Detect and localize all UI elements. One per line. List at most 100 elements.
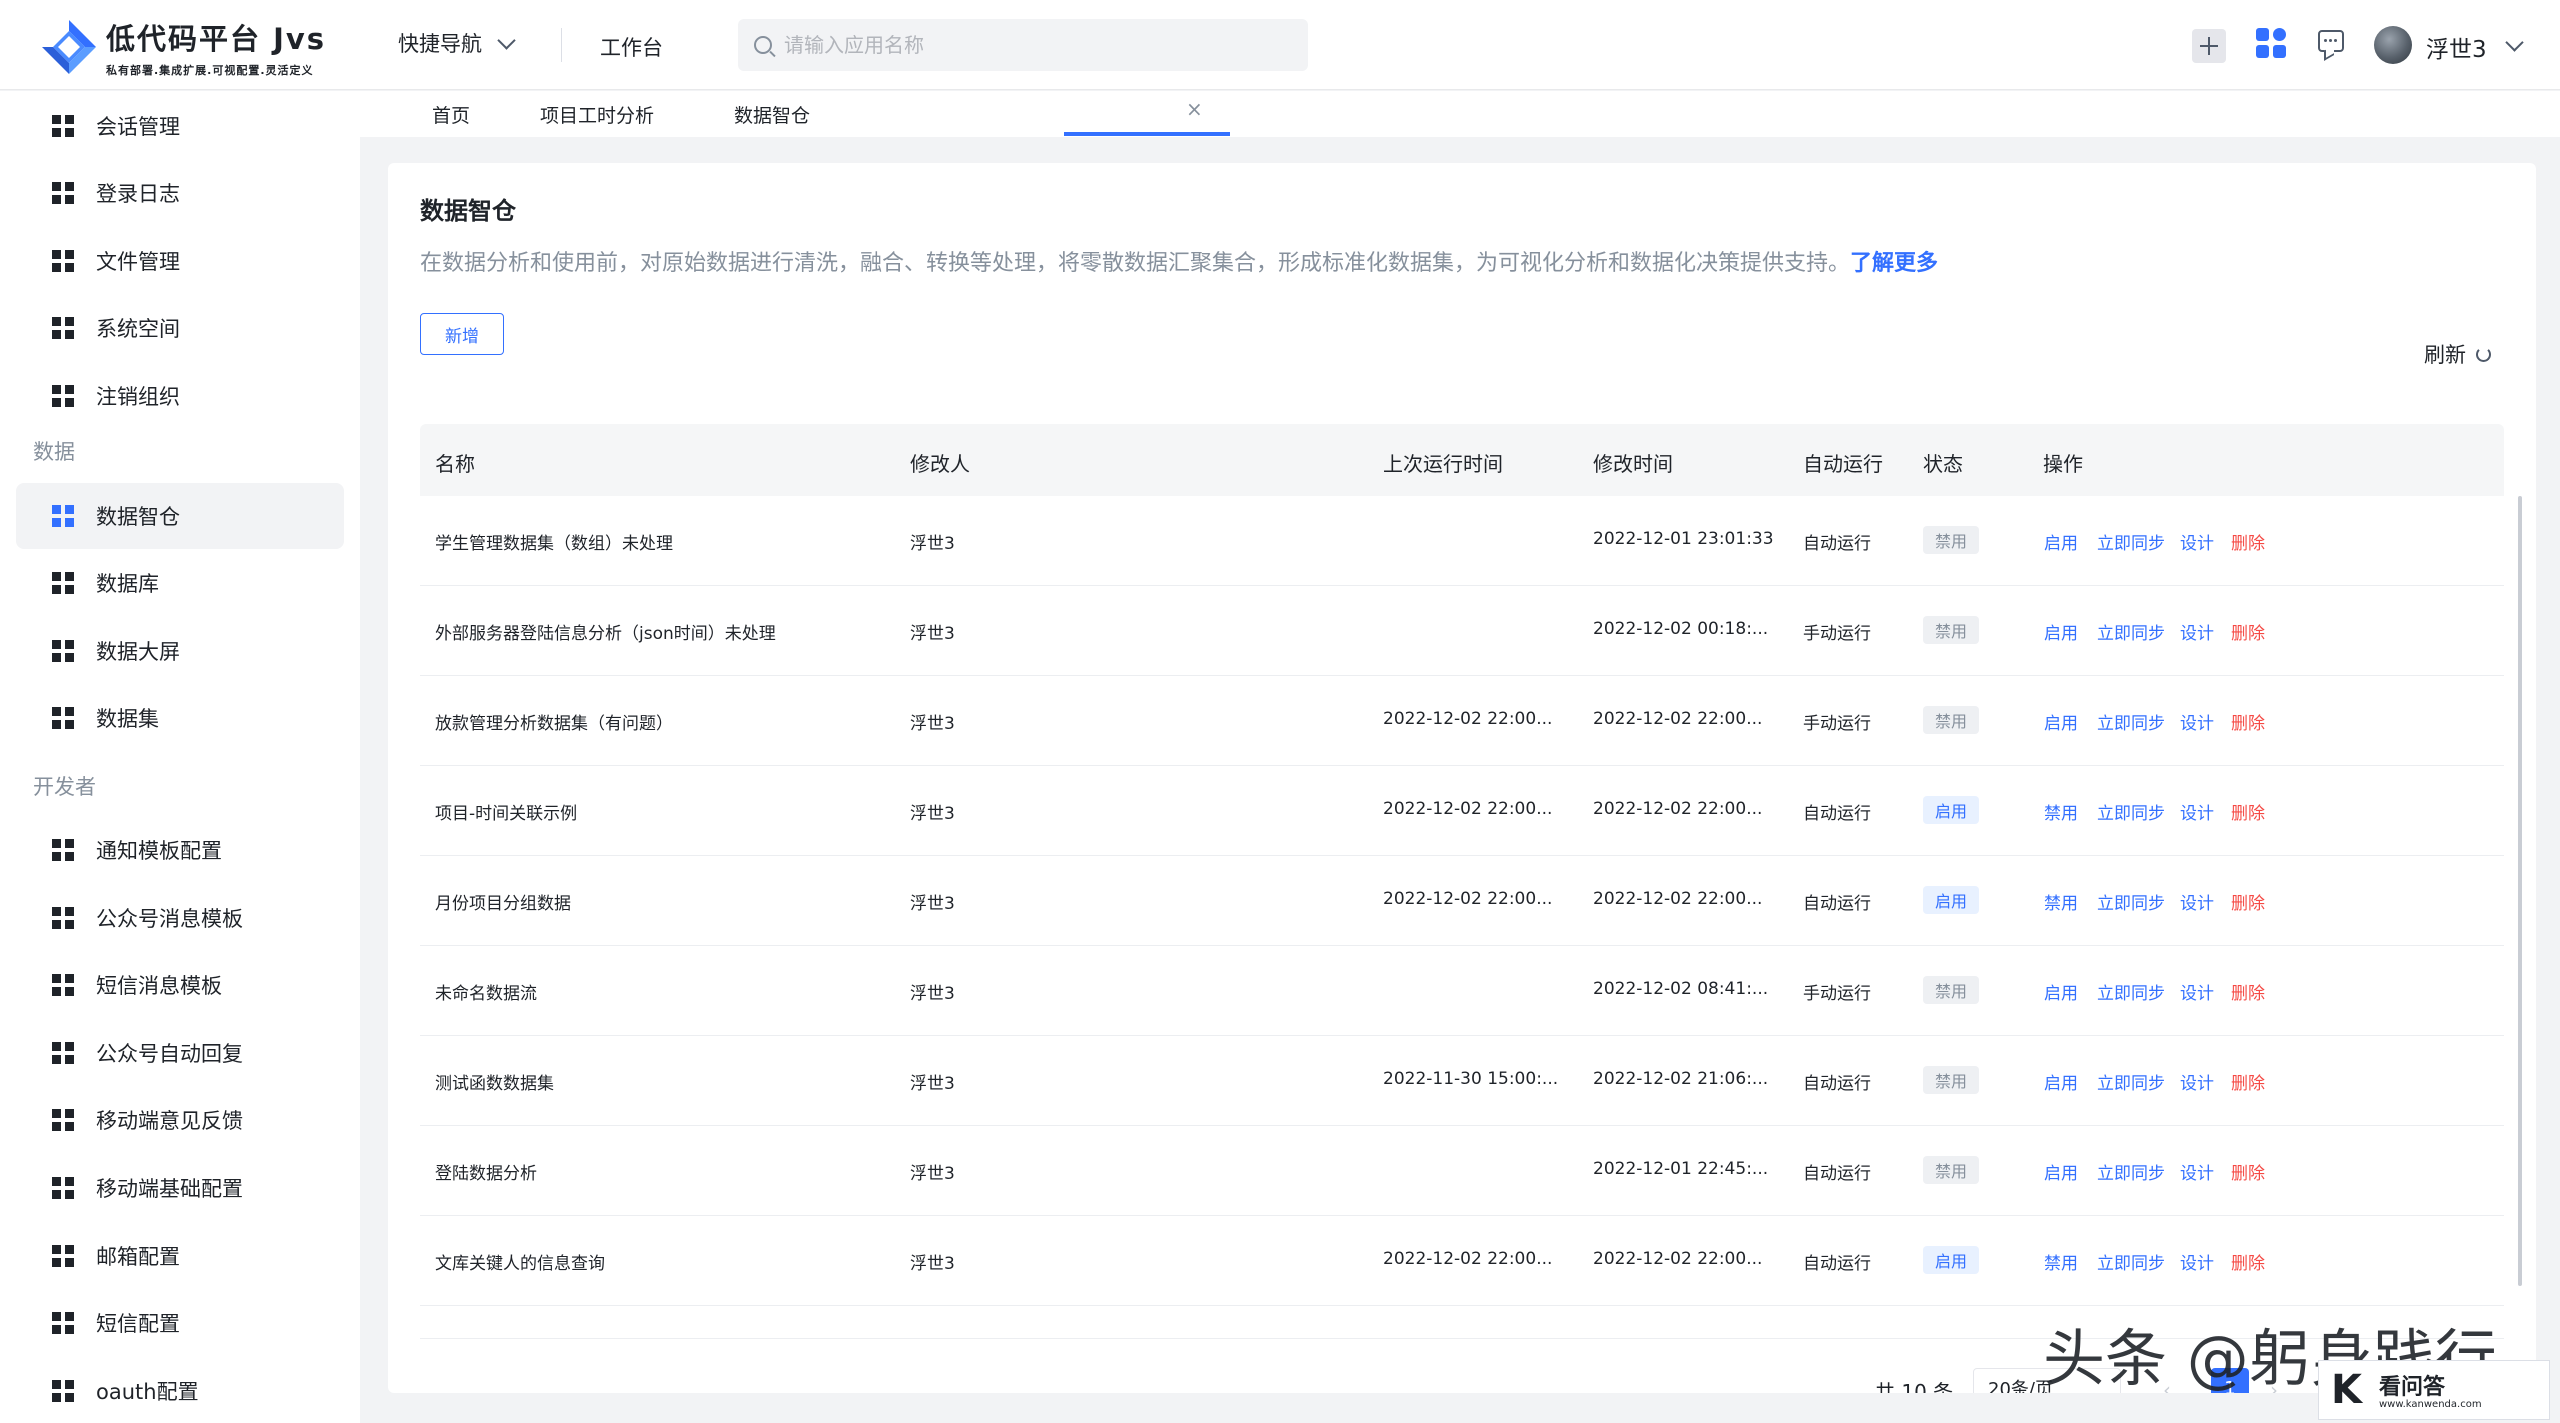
sync-now-button[interactable]: 立即同步 <box>2097 619 2165 644</box>
toggle-status-button[interactable]: 启用 <box>2044 709 2078 734</box>
sidebar-item-data-warehouse[interactable]: 数据智仓 <box>16 483 344 549</box>
cell-name: 放款管理分析数据集（有问题） <box>435 714 673 734</box>
workbench-link[interactable]: 工作台 <box>600 32 663 62</box>
grid-icon <box>52 1177 74 1199</box>
delete-button[interactable]: 删除 <box>2231 619 2265 644</box>
sync-now-button[interactable]: 立即同步 <box>2097 979 2165 1004</box>
sidebar-item-mp-auto-reply[interactable]: 公众号自动回复 <box>16 1020 344 1086</box>
brand-logo[interactable]: 低代码平台 Jvs 私有部署.集成扩展.可视配置.灵活定义 <box>40 16 326 78</box>
sidebar-item-file-management[interactable]: 文件管理 <box>16 228 344 294</box>
design-button[interactable]: 设计 <box>2180 709 2214 734</box>
sidebar-item-system-space[interactable]: 系统空间 <box>16 295 344 361</box>
sidebar-item-session-management[interactable]: 会话管理 <box>16 93 344 159</box>
sidebar-item-oauth-config[interactable]: oauth配置 <box>16 1358 344 1423</box>
sync-now-button[interactable]: 立即同步 <box>2097 1159 2165 1184</box>
sidebar-item-sms-config[interactable]: 短信配置 <box>16 1290 344 1356</box>
description-text: 在数据分析和使用前，对原始数据进行清洗，融合、转换等处理，将零散数据汇聚集合，形… <box>420 251 1851 276</box>
grid-icon <box>52 505 74 527</box>
grid-icon <box>52 1245 74 1267</box>
avatar[interactable] <box>2374 26 2412 64</box>
sidebar-item-email-config[interactable]: 邮箱配置 <box>16 1223 344 1289</box>
toggle-status-button[interactable]: 启用 <box>2044 1069 2078 1094</box>
toggle-status-button[interactable]: 启用 <box>2044 1159 2078 1184</box>
table-row: 放款管理分析数据集（有问题） 浮世3 2022-12-02 22:00... 2… <box>420 676 2504 766</box>
sync-now-button[interactable]: 立即同步 <box>2097 889 2165 914</box>
sidebar-item-database[interactable]: 数据库 <box>16 550 344 616</box>
grid-icon <box>52 707 74 729</box>
delete-button[interactable]: 删除 <box>2231 529 2265 554</box>
cell-run-mode: 自动运行 <box>1803 1164 1871 1184</box>
sync-now-button[interactable]: 立即同步 <box>2097 799 2165 824</box>
sidebar-group-developer: 开发者 <box>33 775 96 799</box>
tab-data-warehouse[interactable]: 数据智仓 <box>734 101 810 128</box>
sidebar-item-mp-message-template[interactable]: 公众号消息模板 <box>16 885 344 951</box>
design-button[interactable]: 设计 <box>2180 1069 2214 1094</box>
sync-now-button[interactable]: 立即同步 <box>2097 709 2165 734</box>
sync-now-button[interactable]: 立即同步 <box>2097 1249 2165 1274</box>
cell-modifier: 浮世3 <box>910 624 955 644</box>
sidebar-item-mobile-basic-config[interactable]: 移动端基础配置 <box>16 1155 344 1221</box>
cell-modifier: 浮世3 <box>910 1164 955 1184</box>
learn-more-link[interactable]: 了解更多 <box>1850 251 1938 276</box>
delete-button[interactable]: 删除 <box>2231 979 2265 1004</box>
sidebar-item-deregister-org[interactable]: 注销组织 <box>16 363 344 429</box>
grid-icon <box>52 1109 74 1131</box>
table-header: 名称 修改人 上次运行时间 修改时间 自动运行 状态 操作 <box>420 424 2504 496</box>
close-icon[interactable]: × <box>1186 97 1203 121</box>
toggle-status-button[interactable]: 禁用 <box>2044 1249 2078 1274</box>
sync-now-button[interactable]: 立即同步 <box>2097 1069 2165 1094</box>
delete-button[interactable]: 删除 <box>2231 889 2265 914</box>
cell-last-run: 2022-11-30 15:00:... <box>1383 1069 1559 1089</box>
cell-name: 测试函数数据集 <box>435 1074 554 1094</box>
sidebar-item-login-log[interactable]: 登录日志 <box>16 160 344 226</box>
message-icon[interactable] <box>2318 30 2344 52</box>
delete-button[interactable]: 删除 <box>2231 1249 2265 1274</box>
tab-project-hours[interactable]: 项目工时分析 <box>540 101 654 128</box>
watermark-k-icon: K <box>2331 1367 2362 1413</box>
add-button[interactable]: 新增 <box>420 313 504 355</box>
sidebar-item-notify-template[interactable]: 通知模板配置 <box>16 817 344 883</box>
refresh-button[interactable]: 刷新 <box>2424 339 2491 369</box>
quick-nav-dropdown[interactable]: 快捷导航 <box>398 28 516 58</box>
delete-button[interactable]: 删除 <box>2231 709 2265 734</box>
username[interactable]: 浮世3 <box>2426 30 2487 64</box>
delete-button[interactable]: 删除 <box>2231 1159 2265 1184</box>
toggle-status-button[interactable]: 启用 <box>2044 619 2078 644</box>
design-button[interactable]: 设计 <box>2180 529 2214 554</box>
chevron-down-icon[interactable] <box>2505 33 2524 52</box>
design-button[interactable]: 设计 <box>2180 979 2214 1004</box>
sidebar-item-sms-template[interactable]: 短信消息模板 <box>16 952 344 1018</box>
sidebar-item-data-screen[interactable]: 数据大屏 <box>16 618 344 684</box>
grid-icon <box>52 182 74 204</box>
app-search-input[interactable] <box>784 33 1264 57</box>
sync-now-button[interactable]: 立即同步 <box>2097 529 2165 554</box>
toggle-status-button[interactable]: 启用 <box>2044 979 2078 1004</box>
cell-modified: 2022-12-02 22:00... <box>1593 889 1763 909</box>
design-button[interactable]: 设计 <box>2180 889 2214 914</box>
toggle-status-button[interactable]: 启用 <box>2044 529 2078 554</box>
cell-modified: 2022-12-02 08:41:... <box>1593 979 1769 999</box>
add-icon[interactable] <box>2192 29 2226 63</box>
toggle-status-button[interactable]: 禁用 <box>2044 889 2078 914</box>
sidebar-item-mobile-feedback[interactable]: 移动端意见反馈 <box>16 1087 344 1153</box>
delete-button[interactable]: 删除 <box>2231 1069 2265 1094</box>
design-button[interactable]: 设计 <box>2180 1159 2214 1184</box>
grid-icon <box>52 1042 74 1064</box>
brand-subtitle: 私有部署.集成扩展.可视配置.灵活定义 <box>106 64 314 77</box>
sidebar-item-dataset[interactable]: 数据集 <box>16 685 344 751</box>
tab-home[interactable]: 首页 <box>432 101 470 128</box>
delete-button[interactable]: 删除 <box>2231 799 2265 824</box>
apps-icon[interactable] <box>2256 28 2288 60</box>
design-button[interactable]: 设计 <box>2180 1249 2214 1274</box>
column-header-last-run: 上次运行时间 <box>1383 452 1503 476</box>
table-scrollbar[interactable] <box>2518 496 2522 1286</box>
cell-run-mode: 手动运行 <box>1803 984 1871 1004</box>
app-search-box[interactable] <box>738 19 1308 71</box>
table-row: 登陆数据分析 浮世3 2022-12-01 22:45:... 自动运行 禁用 … <box>420 1126 2504 1216</box>
sidebar-item-label: 注销组织 <box>96 385 180 409</box>
toggle-status-button[interactable]: 禁用 <box>2044 799 2078 824</box>
status-badge: 禁用 <box>1923 706 1979 734</box>
design-button[interactable]: 设计 <box>2180 799 2214 824</box>
design-button[interactable]: 设计 <box>2180 619 2214 644</box>
cell-last-run: 2022-12-02 22:00... <box>1383 709 1553 729</box>
